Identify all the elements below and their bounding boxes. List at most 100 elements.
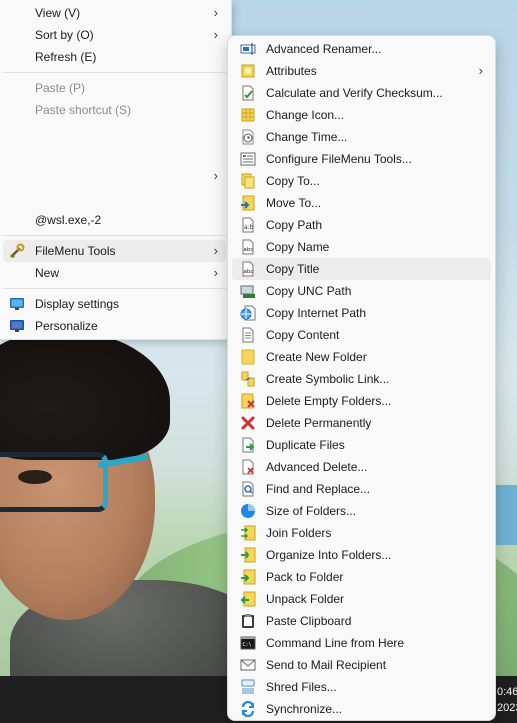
chevron-right-icon: › [478,63,483,78]
unc-path-icon [240,285,255,298]
clock-date: 2023 [497,702,517,714]
menu-item-size-of-folders[interactable]: Size of Folders... [232,500,491,522]
menu-item-filemenu-tools[interactable]: FileMenu Tools › [3,240,226,262]
menu-item-label: Copy To... [266,174,320,188]
menu-item-label: Paste (P) [35,81,86,95]
chevron-right-icon: › [213,27,218,42]
menu-item-send-to-mail-recipient[interactable]: Send to Mail Recipient [232,654,491,676]
menu-item-copy-internet-path[interactable]: Copy Internet Path [232,302,491,324]
menu-item-copy-unc-path[interactable]: Copy UNC Path [232,280,491,302]
menu-item-wsl[interactable]: @wsl.exe,-2 [3,209,226,231]
change-icon-icon [241,108,255,122]
menu-item-view[interactable]: View (V) › [3,2,226,24]
wallpaper-hair [0,330,170,460]
renamer-icon [240,43,256,55]
new-folder-icon [241,349,255,365]
menu-item-copy-name[interactable]: abc Copy Name [232,236,491,258]
delete-x-icon [241,416,255,430]
svg-text:abc: abc [244,269,254,275]
menu-separator [3,235,226,236]
menu-item-label: Organize Into Folders... [266,548,392,562]
menu-item-new[interactable]: New › [3,262,226,284]
duplicate-files-icon [242,437,255,453]
configure-icon [240,152,256,166]
menu-item-copy-path[interactable]: a:b Copy Path [232,214,491,236]
command-line-icon: C:\ [240,636,256,650]
menu-item-label: Duplicate Files [266,438,345,452]
menu-item-find-and-replace[interactable]: Find and Replace... [232,478,491,500]
menu-item-refresh[interactable]: Refresh (E) [3,46,226,68]
menu-item-paste-clipboard[interactable]: Paste Clipboard [232,610,491,632]
menu-item-join-folders[interactable]: Join Folders [232,522,491,544]
menu-item-label: @wsl.exe,-2 [35,213,102,227]
menu-item-delete-permanently[interactable]: Delete Permanently [232,412,491,434]
menu-item-label: Pack to Folder [266,570,344,584]
menu-item-sort-by[interactable]: Sort by (O) › [3,24,226,46]
menu-item-label: Copy UNC Path [266,284,352,298]
menu-item-paste-shortcut: Paste shortcut (S) [3,99,226,121]
personalize-icon [10,320,24,332]
menu-item-label: Delete Empty Folders... [266,394,392,408]
menu-item-duplicate-files[interactable]: Duplicate Files [232,434,491,456]
menu-item-label: Copy Internet Path [266,306,367,320]
menu-item-label: Join Folders [266,526,332,540]
menu-item-configure[interactable]: Configure FileMenu Tools... [232,148,491,170]
menu-item-copy-to[interactable]: Copy To... [232,170,491,192]
menu-item-unpack-folder[interactable]: Unpack Folder [232,588,491,610]
menu-item-label: Synchronize... [266,702,343,716]
menu-item-change-time[interactable]: Change Time... [232,126,491,148]
menu-item-personalize[interactable]: Personalize [3,315,226,337]
menu-item-label: Display settings [35,297,120,311]
menu-item-label: New [35,266,60,280]
menu-item-label: Shred Files... [266,680,337,694]
copy-name-icon: abc [242,239,254,255]
menu-item-move-to[interactable]: Move To... [232,192,491,214]
find-replace-icon [242,481,254,497]
menu-item-organize-into-folders[interactable]: Organize Into Folders... [232,544,491,566]
menu-item-label: Size of Folders... [266,504,357,518]
join-folders-icon [241,525,256,541]
menu-item-pack-to-folder[interactable]: Pack to Folder [232,566,491,588]
filemenu-tools-icon [10,243,25,258]
unpack-folder-icon [240,591,256,607]
clipboard-icon [242,614,254,628]
menu-item-command-line-from-here[interactable]: C:\ Command Line from Here [232,632,491,654]
menu-item-unlabeled-submenu[interactable]: › [3,165,226,187]
menu-item-label: Find and Replace... [266,482,371,496]
menu-item-label: Create New Folder [266,350,367,364]
menu-item-advanced-renamer[interactable]: Advanced Renamer... [232,38,491,60]
menu-item-change-icon[interactable]: Change Icon... [232,104,491,126]
menu-item-synchronize[interactable]: Synchronize... [232,698,491,720]
menu-item-create-new-folder[interactable]: Create New Folder [232,346,491,368]
menu-item-create-symbolic-link[interactable]: Create Symbolic Link... [232,368,491,390]
menu-separator [3,288,226,289]
copy-to-icon [241,173,255,189]
menu-item-label: Sort by (O) [35,28,94,42]
clock-time: 0:46 [497,686,517,698]
menu-item-label: Copy Content [266,328,340,342]
wallpaper-person [0,330,270,676]
shred-icon [241,679,255,694]
menu-item-checksum[interactable]: Calculate and Verify Checksum... [232,82,491,104]
chevron-right-icon: › [213,243,218,258]
menu-item-display-settings[interactable]: Display settings [3,293,226,315]
menu-item-label: Paste shortcut (S) [35,103,132,117]
menu-separator [3,72,226,73]
organize-folders-icon [241,547,256,563]
menu-item-shred-files[interactable]: Shred Files... [232,676,491,698]
copy-title-icon: abc [242,261,254,277]
menu-item-label: FileMenu Tools [35,244,116,258]
copy-path-icon: a:b [242,217,254,233]
svg-text:abc: abc [244,247,254,253]
menu-item-copy-title[interactable]: abc Copy Title [232,258,491,280]
menu-item-label: Move To... [266,196,322,210]
menu-item-label: Delete Permanently [266,416,372,430]
desktop-context-menu: View (V) › Sort by (O) › Refresh (E) Pas… [0,0,232,340]
menu-item-advanced-delete[interactable]: Advanced Delete... [232,456,491,478]
menu-item-delete-empty-folders[interactable]: Delete Empty Folders... [232,390,491,412]
menu-item-label: Refresh (E) [35,50,97,64]
taskbar-clock[interactable]: 0:46 2023 [497,684,517,716]
menu-item-attributes[interactable]: Attributes › [232,60,491,82]
menu-item-copy-content[interactable]: Copy Content [232,324,491,346]
chevron-right-icon: › [213,168,218,183]
